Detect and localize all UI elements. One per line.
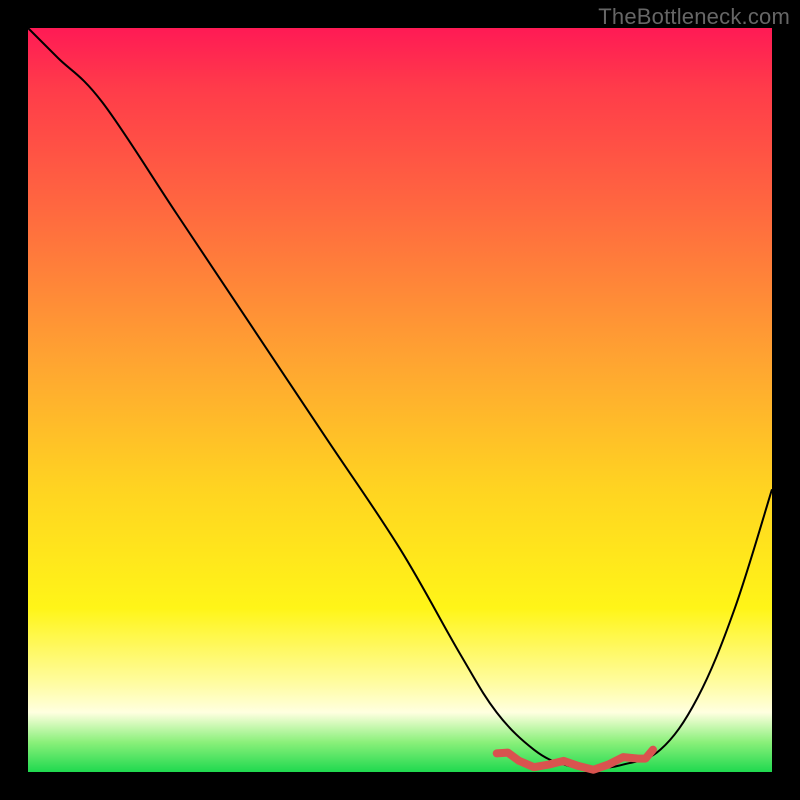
bottleneck-curve xyxy=(28,28,772,768)
curve-layer xyxy=(28,28,772,772)
watermark-text: TheBottleneck.com xyxy=(598,4,790,30)
chart-frame: TheBottleneck.com xyxy=(0,0,800,800)
plot-area xyxy=(28,28,772,772)
optimal-zone-curve xyxy=(497,750,653,770)
